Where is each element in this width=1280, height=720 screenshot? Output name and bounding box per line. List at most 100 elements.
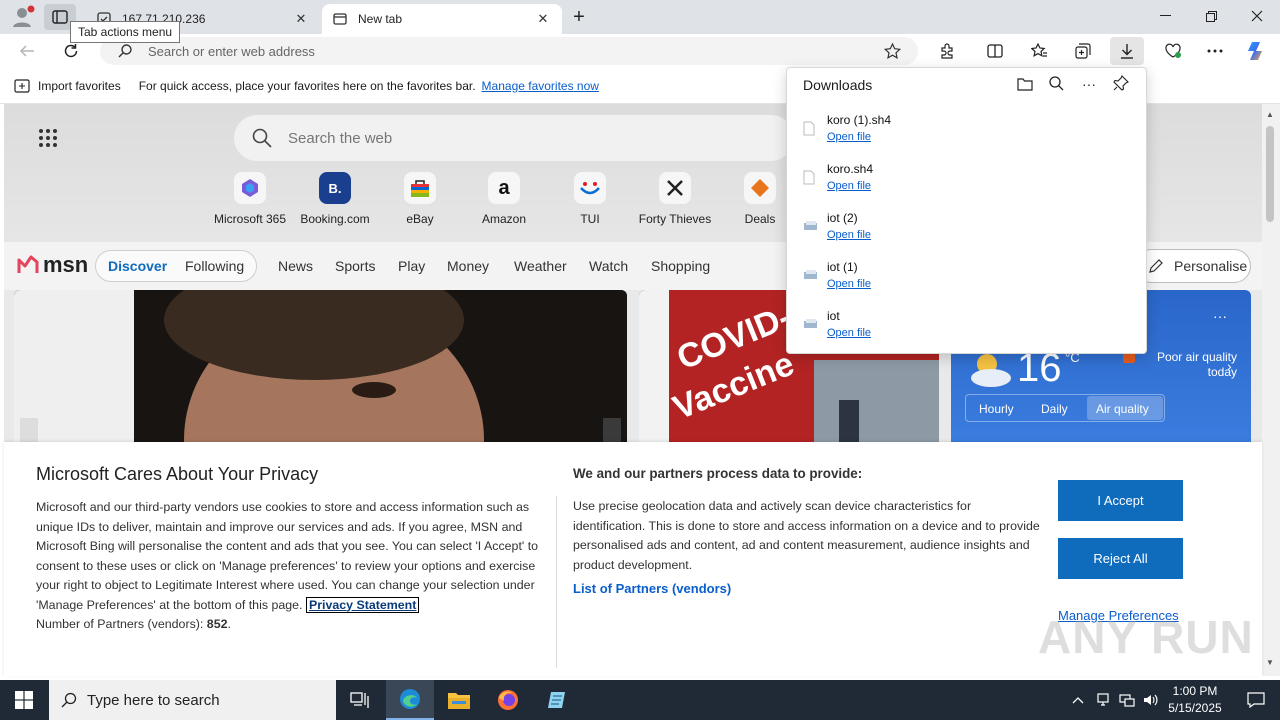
download-item[interactable]: iot (2) Open file — [803, 211, 1123, 251]
manage-favorites-link[interactable]: Manage favorites now — [482, 79, 599, 93]
personalise-button[interactable]: Personalise — [1135, 249, 1251, 283]
import-favorites-button[interactable]: Import favorites — [14, 79, 121, 93]
device-tray-icon[interactable] — [1091, 680, 1115, 720]
windows-start-icon[interactable] — [0, 680, 48, 720]
app-launcher-icon[interactable] — [38, 128, 58, 148]
open-file-link[interactable]: Open file — [827, 278, 871, 290]
close-tab-icon[interactable]: ✕ — [534, 10, 552, 28]
more-options-icon[interactable]: ··· — [1082, 76, 1096, 92]
quick-link-tui[interactable]: TUI — [551, 172, 629, 226]
address-bar[interactable]: Search or enter web address — [100, 37, 918, 65]
open-file-link[interactable]: Open file — [827, 131, 871, 143]
close-window-icon[interactable] — [1234, 0, 1280, 32]
favorites-hint: For quick access, place your favorites h… — [138, 78, 476, 93]
task-view-icon[interactable] — [336, 680, 384, 720]
nav-sports[interactable]: Sports — [335, 258, 375, 274]
favorites-icon[interactable] — [1024, 37, 1054, 65]
back-arrow-icon[interactable] — [12, 37, 42, 65]
list-of-partners-link[interactable]: List of Partners (vendors) — [573, 581, 731, 596]
web-search-box[interactable]: Search the web — [234, 115, 794, 161]
profile-avatar-icon[interactable] — [8, 4, 36, 30]
quick-link-amazon[interactable]: a Amazon — [465, 172, 543, 226]
quick-link-label: Amazon — [481, 212, 527, 226]
notepad-icon[interactable] — [533, 680, 581, 720]
nav-news[interactable]: News — [278, 258, 313, 274]
copilot-icon[interactable] — [1242, 37, 1272, 65]
weather-tab-air-quality[interactable]: Air quality — [1096, 402, 1149, 416]
search-icon — [61, 692, 77, 708]
anyrun-watermark: ANY RUN — [1038, 611, 1254, 663]
chevron-right-icon[interactable]: › — [1227, 358, 1232, 374]
data-processing-title: We and our partners process data to prov… — [573, 466, 863, 481]
accept-button[interactable]: I Accept — [1058, 480, 1183, 521]
favorite-star-icon[interactable] — [884, 43, 901, 60]
edit-pencil-icon — [1148, 258, 1164, 274]
nav-following[interactable]: Following — [185, 258, 244, 274]
deals-icon — [744, 172, 776, 204]
restore-icon[interactable] — [1188, 0, 1234, 32]
pin-icon[interactable] — [1113, 75, 1129, 91]
news-card-main[interactable] — [14, 290, 627, 450]
page-scrollbar[interactable]: ▲ ▼ — [1262, 104, 1280, 676]
address-placeholder: Search or enter web address — [148, 43, 315, 59]
firefox-icon[interactable] — [484, 680, 532, 720]
show-hidden-icons-chevron-icon[interactable] — [1066, 680, 1090, 720]
taskbar-search-box[interactable]: Type here to search — [49, 680, 336, 720]
network-icon[interactable] — [1115, 680, 1139, 720]
downloads-title: Downloads — [803, 77, 873, 93]
scroll-down-icon[interactable]: ▼ — [1266, 658, 1274, 667]
download-item[interactable]: iot (1) Open file — [803, 260, 1123, 300]
quick-link-booking[interactable]: B. Booking.com — [296, 172, 374, 226]
scrollbar-thumb[interactable] — [1266, 126, 1274, 222]
system-clock[interactable]: 1:00 PM 5/15/2025 — [1164, 683, 1226, 717]
search-downloads-icon[interactable] — [1049, 76, 1064, 91]
downloads-icon[interactable] — [1110, 37, 1144, 65]
tab-strip: 167.71.210.236 ✕ New tab ✕ + — [0, 0, 1280, 34]
minimize-icon[interactable] — [1142, 0, 1188, 32]
quick-link-label: Booking.com — [300, 212, 370, 226]
nav-watch[interactable]: Watch — [589, 258, 628, 274]
download-item[interactable]: koro (1).sh4 Open file — [803, 113, 1123, 153]
open-folder-icon[interactable] — [1017, 77, 1033, 91]
open-file-link[interactable]: Open file — [827, 327, 871, 339]
privacy-statement-link[interactable]: Privacy Statement — [305, 596, 420, 613]
partners-suffix: . — [227, 617, 231, 631]
more-menu-icon[interactable] — [1200, 37, 1230, 65]
close-tab-icon[interactable]: ✕ — [292, 10, 310, 28]
file-explorer-icon[interactable] — [435, 680, 483, 720]
notifications-icon[interactable] — [1232, 680, 1280, 720]
tab-new-tab[interactable]: New tab ✕ — [322, 4, 562, 34]
scroll-up-icon[interactable]: ▲ — [1266, 110, 1274, 119]
msn-logo[interactable]: msn — [16, 252, 88, 278]
quick-link-microsoft-365[interactable]: Microsoft 365 — [211, 172, 289, 226]
reject-all-button[interactable]: Reject All — [1058, 538, 1183, 579]
weather-more-icon[interactable]: ··· — [1213, 308, 1227, 324]
executable-file-icon — [803, 268, 817, 284]
nav-money[interactable]: Money — [447, 258, 489, 274]
open-file-link[interactable]: Open file — [827, 229, 871, 241]
data-processing-body: Use precise geolocation data and activel… — [573, 499, 1040, 572]
nav-play[interactable]: Play — [398, 258, 425, 274]
nav-discover[interactable]: Discover — [108, 258, 167, 274]
booking-icon: B. — [319, 172, 351, 204]
new-tab-plus-icon[interactable]: + — [566, 6, 592, 28]
weather-tab-hourly[interactable]: Hourly — [979, 402, 1014, 416]
download-item[interactable]: koro.sh4 Open file — [803, 162, 1123, 202]
quick-link-forty-thieves[interactable]: Forty Thieves — [636, 172, 714, 226]
download-item[interactable]: iot Open file — [803, 309, 1123, 349]
privacy-title: Microsoft Cares About Your Privacy — [36, 464, 319, 484]
split-screen-icon[interactable] — [980, 37, 1010, 65]
open-file-link[interactable]: Open file — [827, 180, 871, 192]
quick-link-ebay[interactable]: eBay — [381, 172, 459, 226]
browser-essentials-icon[interactable] — [1158, 37, 1188, 65]
quick-link-label: Microsoft 365 — [213, 212, 287, 226]
nav-weather[interactable]: Weather — [514, 258, 567, 274]
search-icon — [252, 128, 272, 148]
edge-taskbar-icon[interactable] — [386, 680, 434, 720]
nav-shopping[interactable]: Shopping — [651, 258, 710, 274]
volume-icon[interactable] — [1139, 680, 1163, 720]
collections-icon[interactable] — [1068, 37, 1098, 65]
extensions-icon[interactable] — [932, 37, 962, 65]
msn-butterfly-icon — [17, 255, 39, 273]
weather-tab-daily[interactable]: Daily — [1041, 402, 1068, 416]
